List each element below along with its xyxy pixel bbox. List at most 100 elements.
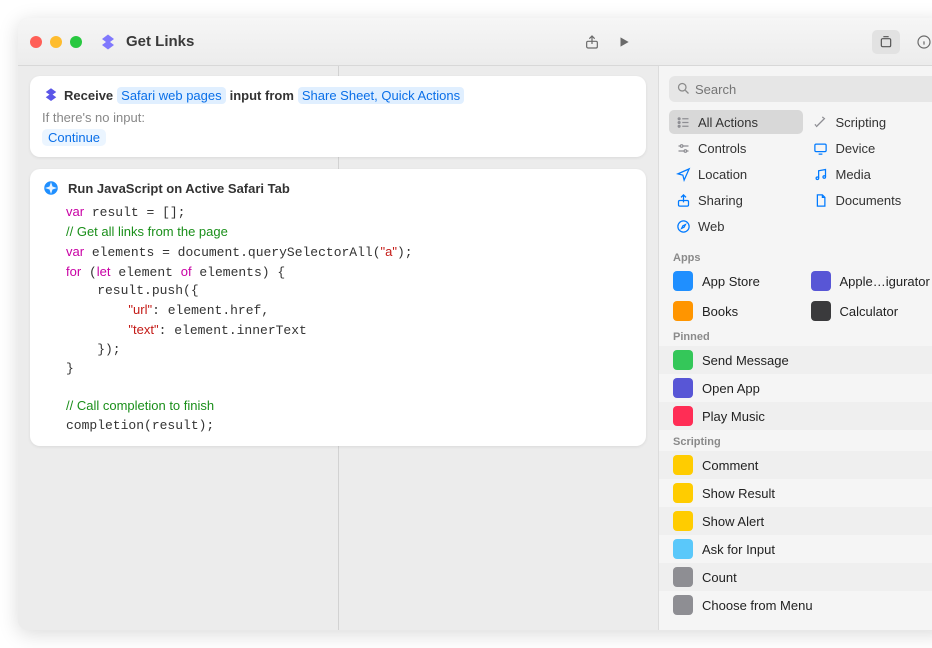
pinned-section-label: Pinned: [659, 325, 932, 346]
app-glyph-icon: [673, 271, 693, 291]
receive-middle: input from: [230, 88, 294, 103]
action-item-app-store[interactable]: App Store: [669, 267, 803, 295]
scripting-list: Comment Show Result Show Alert Ask for Inpu…: [659, 451, 932, 619]
run-javascript-action[interactable]: Run JavaScript on Active Safari Tab var …: [30, 169, 646, 446]
action-item-label: Show Result: [702, 486, 775, 501]
action-item-label: Ask for Input: [702, 542, 775, 557]
search-area: [669, 76, 932, 102]
action-item-label: Open App: [702, 381, 760, 396]
apps-section-label: Apps: [659, 246, 932, 267]
action-item-label: Choose from Menu: [702, 598, 813, 613]
shortcut-icon: [98, 32, 118, 52]
window-title: Get Links: [126, 33, 194, 50]
app-glyph-icon: [673, 539, 693, 559]
action-title: Run JavaScript on Active Safari Tab: [68, 181, 290, 196]
category-label: Controls: [698, 141, 746, 156]
category-web[interactable]: Web: [669, 214, 803, 238]
category-label: Media: [836, 167, 871, 182]
action-item-comment[interactable]: Comment: [659, 451, 932, 479]
category-scripting[interactable]: Scripting: [807, 110, 932, 134]
safari-icon: [675, 218, 691, 234]
category-label: Scripting: [836, 115, 887, 130]
share-icon: [675, 192, 691, 208]
category-label: Web: [698, 219, 725, 234]
info-button[interactable]: [910, 30, 932, 54]
receive-prefix: Receive: [64, 88, 113, 103]
action-item-label: App Store: [702, 274, 760, 289]
action-item-label: Play Music: [702, 409, 765, 424]
doc-icon: [813, 192, 829, 208]
action-item-choose-from-menu[interactable]: Choose from Menu: [659, 591, 932, 619]
category-location[interactable]: Location: [669, 162, 803, 186]
action-item-books[interactable]: Books: [669, 297, 803, 325]
library-scroll[interactable]: Apps App Store Apple…igurator Books Calcula…: [659, 246, 932, 630]
action-item-label: Apple…igurator: [840, 274, 930, 289]
minimize-window-button[interactable]: [50, 36, 62, 48]
workflow-editor[interactable]: Receive Safari web pages input from Shar…: [18, 66, 658, 630]
app-glyph-icon: [811, 301, 831, 321]
shortcuts-glyph-icon: [42, 86, 60, 104]
category-documents[interactable]: Documents: [807, 188, 932, 212]
action-item-show-alert[interactable]: Show Alert: [659, 507, 932, 535]
app-glyph-icon: [673, 378, 693, 398]
no-input-action-token[interactable]: Continue: [42, 129, 106, 146]
window-controls: [30, 36, 82, 48]
run-button[interactable]: [610, 30, 638, 54]
action-item-ask-for-input[interactable]: Ask for Input: [659, 535, 932, 563]
action-item-label: Show Alert: [702, 514, 764, 529]
category-label: Documents: [836, 193, 902, 208]
category-controls[interactable]: Controls: [669, 136, 803, 160]
receive-line: Receive Safari web pages input from Shar…: [42, 86, 634, 104]
action-item-count[interactable]: Count: [659, 563, 932, 591]
action-item-calculator[interactable]: Calculator: [807, 297, 932, 325]
action-item-label: Count: [702, 570, 737, 585]
category-label: Location: [698, 167, 747, 182]
search-input[interactable]: [669, 76, 932, 102]
search-icon: [676, 81, 691, 96]
app-glyph-icon: [673, 301, 693, 321]
category-grid: All Actions Scripting Controls Device Locati…: [659, 110, 932, 246]
list-icon: [675, 114, 691, 130]
app-glyph-icon: [673, 455, 693, 475]
library-sidebar: All Actions Scripting Controls Device Locati…: [658, 66, 932, 630]
app-glyph-icon: [673, 595, 693, 615]
close-window-button[interactable]: [30, 36, 42, 48]
no-input-label: If there's no input:: [42, 110, 634, 125]
titlebar: Get Links: [18, 18, 932, 66]
category-sharing[interactable]: Sharing: [669, 188, 803, 212]
action-item-send-message[interactable]: Send Message: [659, 346, 932, 374]
shortcuts-editor-window: Get Links Receive: [18, 18, 932, 630]
category-device[interactable]: Device: [807, 136, 932, 160]
action-item-open-app[interactable]: Open App: [659, 374, 932, 402]
receive-input-action[interactable]: Receive Safari web pages input from Shar…: [30, 76, 646, 157]
desktop-icon: [813, 140, 829, 156]
app-glyph-icon: [673, 406, 693, 426]
app-glyph-icon: [673, 350, 693, 370]
action-item-show-result[interactable]: Show Result: [659, 479, 932, 507]
share-button[interactable]: [578, 30, 606, 54]
zoom-window-button[interactable]: [70, 36, 82, 48]
app-glyph-icon: [811, 271, 831, 291]
music-icon: [813, 166, 829, 182]
app-glyph-icon: [673, 567, 693, 587]
input-source-token[interactable]: Share Sheet, Quick Actions: [298, 87, 464, 104]
pinned-list: Send Message Open App Play Music: [659, 346, 932, 430]
input-type-token[interactable]: Safari web pages: [117, 87, 225, 104]
location-icon: [675, 166, 691, 182]
action-item-apple-igurator[interactable]: Apple…igurator: [807, 267, 932, 295]
action-item-label: Comment: [702, 458, 758, 473]
app-glyph-icon: [673, 511, 693, 531]
safari-icon: [42, 179, 60, 197]
wand-icon: [813, 114, 829, 130]
action-item-label: Books: [702, 304, 738, 319]
category-all-actions[interactable]: All Actions: [669, 110, 803, 134]
category-media[interactable]: Media: [807, 162, 932, 186]
library-toggle-button[interactable]: [872, 30, 900, 54]
action-item-play-music[interactable]: Play Music: [659, 402, 932, 430]
category-label: All Actions: [698, 115, 758, 130]
action-header: Run JavaScript on Active Safari Tab: [42, 179, 634, 197]
action-item-label: Send Message: [702, 353, 789, 368]
category-label: Sharing: [698, 193, 743, 208]
code-editor[interactable]: var result = []; // Get all links from t…: [66, 203, 634, 436]
action-item-label: Calculator: [840, 304, 899, 319]
